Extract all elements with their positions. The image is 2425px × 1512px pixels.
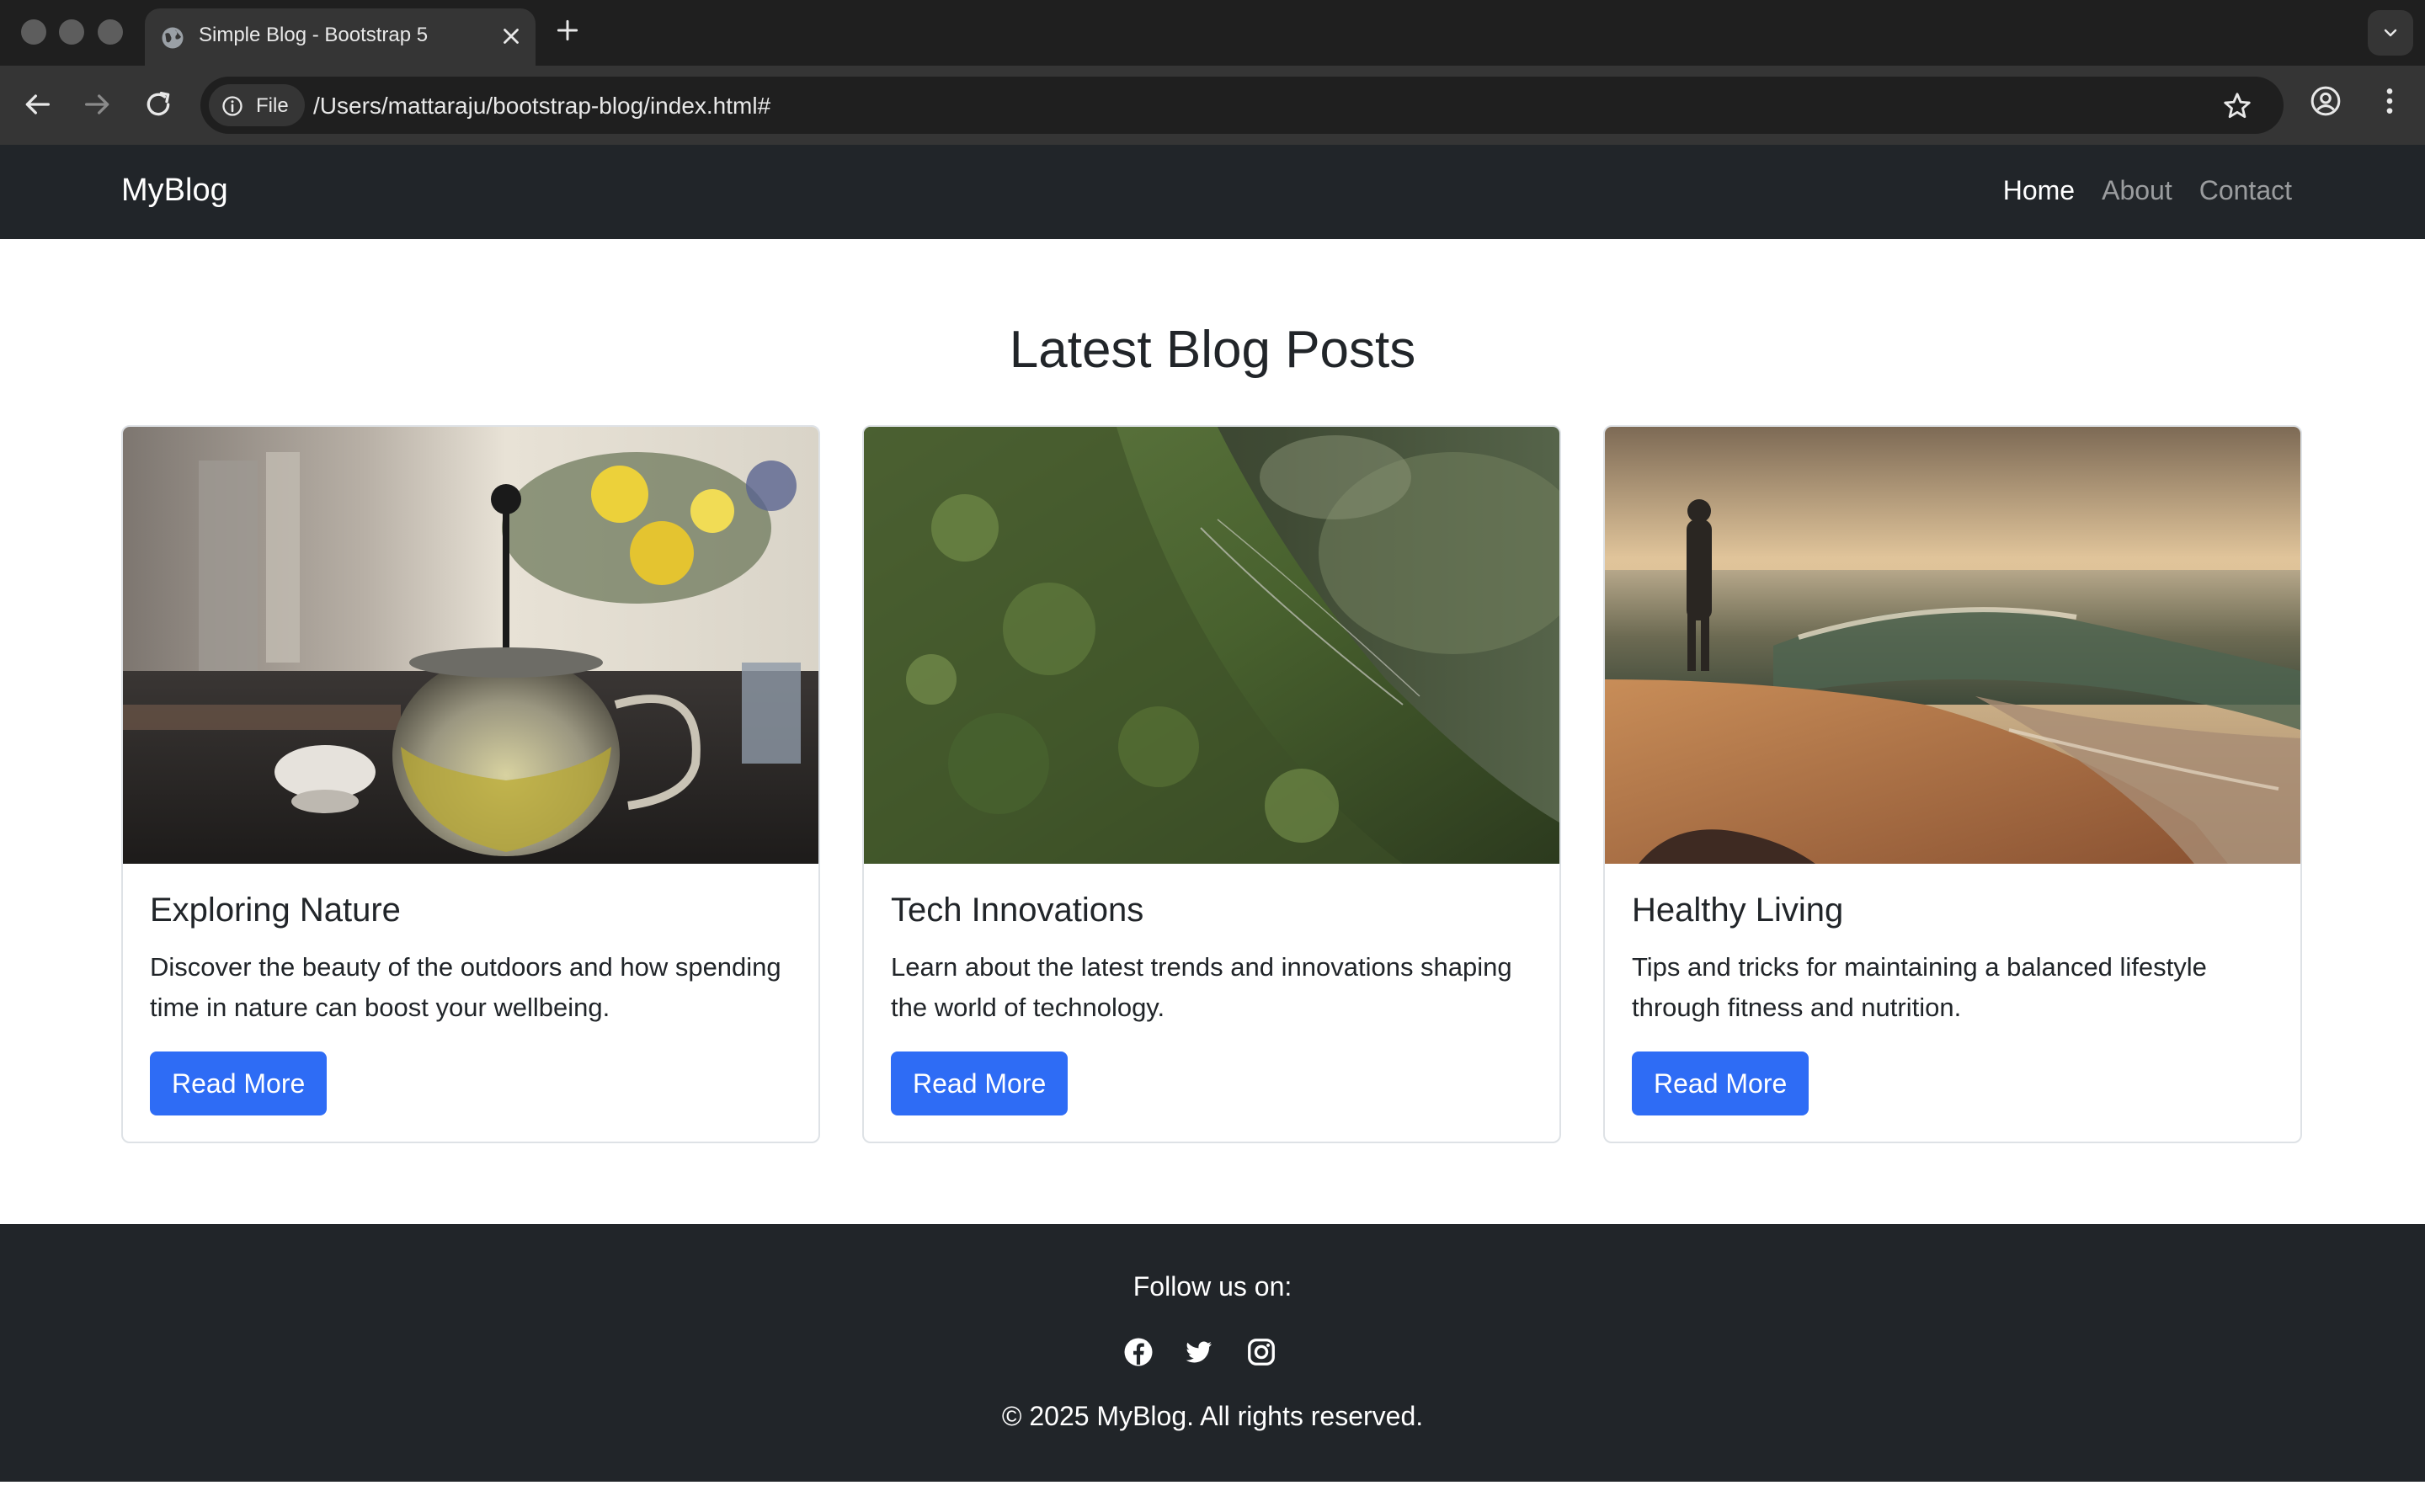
browser-toolbar: File /Users/mattaraju/bootstrap-blog/ind… <box>0 66 2425 145</box>
window-zoom-dot[interactable] <box>98 19 123 45</box>
blog-post-card: Healthy Living Tips and tricks for maint… <box>1603 425 2302 1143</box>
site-navbar: MyBlog Home About Contact <box>0 145 2425 239</box>
read-more-button[interactable]: Read More <box>891 1051 1069 1115</box>
tab-search-button[interactable] <box>2368 10 2413 56</box>
follow-label: Follow us on: <box>1133 1271 1292 1302</box>
twitter-icon[interactable] <box>1184 1337 1214 1367</box>
browser-tab[interactable]: Simple Blog - Bootstrap 5 <box>145 8 536 66</box>
site-info-chip[interactable]: File <box>209 84 305 126</box>
nav-link-home[interactable]: Home <box>2003 175 2075 206</box>
teapot-photo <box>123 427 818 864</box>
beach-sunset-photo <box>1605 427 2300 864</box>
forward-arrow-icon[interactable] <box>81 88 115 121</box>
facebook-icon[interactable] <box>1123 1337 1154 1367</box>
card-body: Healthy Living Tips and tricks for maint… <box>1632 890 2280 1028</box>
bookmark-star-icon[interactable] <box>2221 90 2253 122</box>
card-text: Discover the beauty of the outdoors and … <box>150 952 781 1022</box>
more-menu-icon[interactable] <box>2373 84 2406 118</box>
back-arrow-icon[interactable] <box>20 88 54 121</box>
blog-post-card: Tech Innovations Learn about the latest … <box>862 425 1561 1143</box>
page-bottom-edge <box>0 1482 2425 1512</box>
window-close-dot[interactable] <box>21 19 46 45</box>
nav-link-about[interactable]: About <box>2102 175 2172 206</box>
tab-title: Simple Blog - Bootstrap 5 <box>199 24 429 46</box>
read-more-button[interactable]: Read More <box>1632 1051 1809 1115</box>
card-title: Exploring Nature <box>150 892 401 929</box>
card-title: Tech Innovations <box>891 892 1144 929</box>
nav-links: Home About Contact <box>2003 175 2292 206</box>
address-bar[interactable]: File /Users/mattaraju/bootstrap-blog/ind… <box>200 77 2284 134</box>
moss-tree-photo <box>864 427 1559 864</box>
reload-icon[interactable] <box>141 88 175 121</box>
browser-tab-bar: Simple Blog - Bootstrap 5 <box>0 0 2425 66</box>
new-tab-plus-icon[interactable] <box>554 17 581 44</box>
brand-logo-link[interactable]: MyBlog <box>121 173 228 209</box>
close-icon[interactable] <box>498 24 524 49</box>
chevron-down-icon <box>2384 29 2397 37</box>
read-more-button[interactable]: Read More <box>150 1051 328 1115</box>
copyright-text: © 2025 MyBlog. All rights reserved. <box>1001 1401 1424 1431</box>
nav-link-contact[interactable]: Contact <box>2199 175 2292 206</box>
instagram-icon[interactable] <box>1246 1337 1276 1367</box>
card-body: Tech Innovations Learn about the latest … <box>891 890 1539 1028</box>
card-body: Exploring Nature Discover the beauty of … <box>150 890 798 1028</box>
site-footer: Follow us on: © 2025 MyBlog. All rights … <box>0 1224 2425 1482</box>
info-icon <box>222 96 242 116</box>
window-minimize-dot[interactable] <box>59 19 84 45</box>
card-text: Learn about the latest trends and innova… <box>891 952 1512 1022</box>
site-info-label: File <box>256 94 289 117</box>
blog-post-card: Exploring Nature Discover the beauty of … <box>121 425 820 1143</box>
url-text[interactable]: /Users/mattaraju/bootstrap-blog/index.ht… <box>313 93 770 120</box>
page-title: Latest Blog Posts <box>1009 321 1416 379</box>
profile-icon[interactable] <box>2309 84 2342 118</box>
card-title: Healthy Living <box>1632 892 1844 929</box>
social-links <box>1123 1337 1302 1371</box>
card-text: Tips and tricks for maintaining a balanc… <box>1632 952 2207 1022</box>
globe-icon <box>162 27 184 49</box>
